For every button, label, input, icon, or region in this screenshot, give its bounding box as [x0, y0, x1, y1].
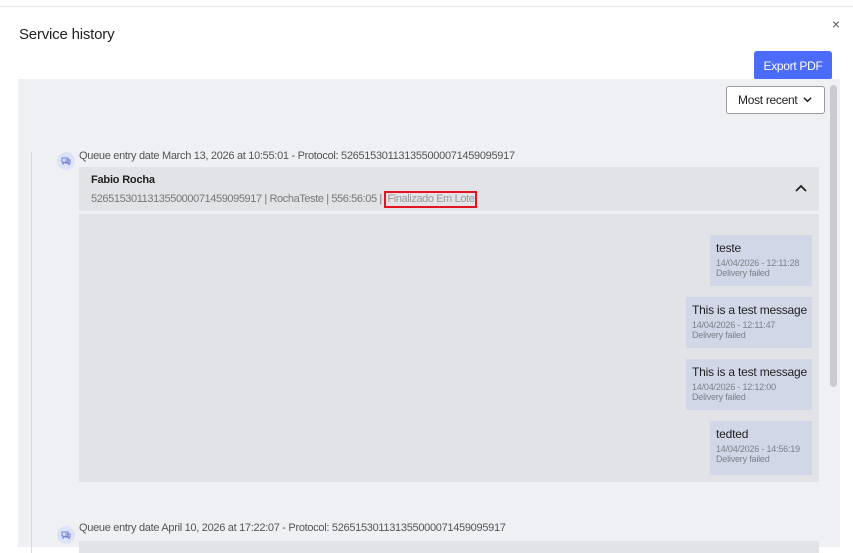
- message-status: Delivery failed: [716, 454, 770, 464]
- export-pdf-button[interactable]: Export PDF: [754, 51, 832, 80]
- close-icon: ×: [831, 16, 841, 32]
- message-text: tedted: [716, 427, 749, 441]
- message-time: 14/04/2026 - 12:12:00: [692, 382, 776, 392]
- message-time: 14/04/2026 - 12:11:47: [692, 320, 776, 330]
- entry-meta-text: 526515301131355000071459095917 | RochaTe…: [91, 193, 385, 205]
- chat-icon: [57, 152, 75, 170]
- entry-meta: 526515301131355000071459095917 | RochaTe…: [91, 191, 478, 208]
- chevron-down-icon: [803, 97, 812, 103]
- chevron-up-icon[interactable]: [795, 183, 807, 193]
- message-text: teste: [716, 241, 742, 255]
- message-time: 14/04/2026 - 12:11:28: [716, 258, 800, 268]
- message-bubble: This is a test message 14/04/2026 - 12:1…: [686, 359, 812, 410]
- message-bubble: teste 14/04/2026 - 12:11:28 Delivery fai…: [710, 235, 812, 286]
- close-button[interactable]: ×: [829, 17, 843, 31]
- message-status: Delivery failed: [692, 330, 746, 340]
- entry-card[interactable]: Fabio Rocha 5265153011313550000714590959…: [79, 167, 819, 211]
- entry-header: Queue entry date March 13, 2026 at 10:55…: [79, 150, 515, 162]
- modal-title: Service history: [19, 26, 115, 43]
- message-text: This is a test message: [692, 365, 807, 379]
- messages-panel: teste 14/04/2026 - 12:11:28 Delivery fai…: [79, 214, 819, 482]
- message-time: 14/04/2026 - 14:56:19: [716, 444, 800, 454]
- contact-name: Fabio Rocha: [91, 174, 155, 186]
- sort-select[interactable]: Most recent: [726, 86, 825, 114]
- sort-selected-value: Most recent: [738, 93, 798, 107]
- status-badge: Finalizado Em Lote: [384, 191, 478, 208]
- message-status: Delivery failed: [716, 268, 770, 278]
- entry-header: Queue entry date April 10, 2026 at 17:22…: [79, 522, 506, 534]
- chat-icon: [57, 526, 75, 544]
- scrollbar-thumb[interactable]: [830, 85, 837, 387]
- message-bubble: This is a test message 14/04/2026 - 12:1…: [686, 297, 812, 348]
- entry-card[interactable]: [79, 541, 819, 553]
- message-bubble: tedted 14/04/2026 - 14:56:19 Delivery fa…: [710, 421, 812, 475]
- timeline-line: [31, 152, 32, 553]
- message-status: Delivery failed: [692, 392, 746, 402]
- message-text: This is a test message: [692, 303, 807, 317]
